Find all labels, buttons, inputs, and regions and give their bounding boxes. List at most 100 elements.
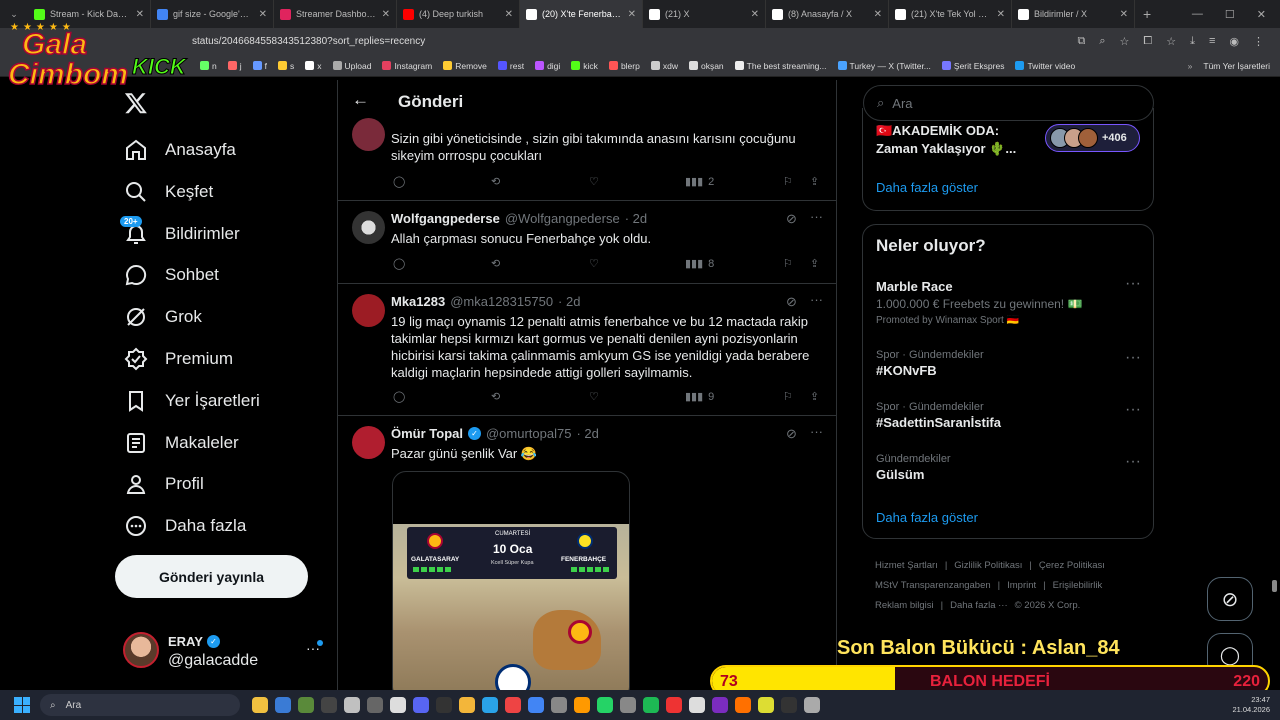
footer-link[interactable]: Erişilebilirlik bbox=[1053, 576, 1103, 596]
post-handle[interactable]: @Wolfgangpederse bbox=[505, 211, 620, 226]
taskbar-app-icon[interactable] bbox=[666, 697, 682, 713]
sidebar-item-chat[interactable]: Sohbet bbox=[124, 263, 219, 287]
reply-post[interactable]: Sizin gibi yöneticisinde , sizin gibi ta… bbox=[338, 118, 836, 201]
taskbar-app-icon[interactable] bbox=[804, 697, 820, 713]
media-icon[interactable]: ≡ bbox=[1209, 35, 1215, 48]
new-tab-button[interactable]: + bbox=[1143, 6, 1151, 22]
bookmark-item[interactable]: x bbox=[305, 61, 322, 71]
bookmark-item[interactable]: Remove bbox=[443, 61, 487, 71]
extensions-icon[interactable]: ⧠ bbox=[1143, 35, 1152, 48]
footer-link[interactable]: MStV Transparenzangaben bbox=[875, 576, 991, 596]
reply-post[interactable]: Wolfgangpederse @Wolfgangpederse · 2d ⊘ … bbox=[338, 201, 836, 284]
show-more-link[interactable]: Daha fazla göster bbox=[876, 180, 978, 195]
all-bookmarks[interactable]: Tüm Yer İşaretleri bbox=[1203, 61, 1280, 71]
repost-icon[interactable]: ⟲ bbox=[491, 257, 500, 270]
post-more-icon[interactable]: ··· bbox=[810, 424, 823, 439]
taskbar-app-icon[interactable] bbox=[344, 697, 360, 713]
close-tab-icon[interactable]: ✕ bbox=[874, 9, 882, 20]
bookmark-item[interactable]: Instagram bbox=[382, 61, 432, 71]
zoom-icon[interactable]: ⌕ bbox=[1099, 35, 1105, 48]
footer-link[interactable]: Çerez Politikası bbox=[1039, 556, 1105, 576]
bookmark-star-icon[interactable]: ☆ bbox=[1120, 35, 1130, 48]
taskbar-date[interactable]: 21.04.2026 bbox=[1232, 705, 1270, 715]
taskbar-app-icon[interactable] bbox=[413, 697, 429, 713]
trend-more-icon[interactable]: ··· bbox=[1125, 401, 1141, 419]
reply-post[interactable]: Ömür Topal ✓ @omurtopal75 · 2d ⊘ ··· Paz… bbox=[338, 416, 836, 690]
back-arrow-icon[interactable]: ← bbox=[352, 90, 369, 110]
scrollbar-thumb[interactable] bbox=[1272, 580, 1277, 592]
bookmark-item[interactable]: Upload bbox=[332, 61, 371, 71]
footer-link[interactable]: © 2026 X Corp. bbox=[1015, 596, 1081, 616]
menu-icon[interactable]: ⋮ bbox=[1253, 35, 1264, 48]
browser-tab[interactable]: (21) X'te Tek Yol FENE ✕ bbox=[889, 0, 1012, 28]
browser-tab[interactable]: (4) Deep turkish ✕ bbox=[397, 0, 520, 28]
windows-start-icon[interactable] bbox=[14, 697, 30, 713]
install-icon[interactable]: ⧉ bbox=[1078, 35, 1086, 48]
footer-link[interactable]: Hizmet Şartları bbox=[875, 556, 938, 576]
browser-tab[interactable]: (20) X'te Fenerbahçe ✕ bbox=[520, 0, 643, 28]
browser-tab[interactable]: Stream - Kick Dashb ✕ bbox=[28, 0, 151, 28]
space-listeners[interactable]: +406 bbox=[1045, 124, 1140, 152]
sidebar-item-home[interactable]: Anasayfa bbox=[124, 138, 236, 162]
share-icon[interactable]: ⇪ bbox=[810, 257, 819, 270]
taskbar-app-icon[interactable] bbox=[781, 697, 797, 713]
bookmark-item[interactable]: digi bbox=[535, 61, 560, 71]
bookmark-icon[interactable]: ⚐ bbox=[783, 175, 793, 188]
trend-item[interactable]: Marble Race 1.000.000 € Freebets zu gewin… bbox=[876, 275, 1141, 326]
bookmark-item[interactable]: Şerit Ekspres bbox=[941, 61, 1004, 71]
close-tab-icon[interactable]: ✕ bbox=[751, 9, 759, 20]
grok-icon[interactable]: ⊘ bbox=[786, 211, 797, 227]
views-count[interactable]: ▮▮▮ 8 bbox=[685, 257, 714, 271]
close-tab-icon[interactable]: ✕ bbox=[628, 9, 636, 20]
repost-icon[interactable]: ⟲ bbox=[491, 390, 500, 403]
taskbar-app-icon[interactable] bbox=[367, 697, 383, 713]
show-more-link[interactable]: Daha fazla göster bbox=[876, 510, 978, 525]
space-title[interactable]: 🇹🇷AKADEMİK ODA: Zaman Yaklaşıyor 🌵... bbox=[876, 122, 1041, 158]
url-text[interactable]: status/2046684558343512380?sort_replies=… bbox=[192, 36, 1078, 47]
post-time[interactable]: · 2d bbox=[625, 211, 647, 226]
bookmark-item[interactable]: blerp bbox=[608, 61, 640, 71]
trend-more-icon[interactable]: ··· bbox=[1125, 349, 1141, 367]
trend-item[interactable]: Spor · Gündemdekiler #KONvFB ··· bbox=[876, 349, 1141, 378]
tab-search-icon[interactable]: ⌄ bbox=[0, 0, 28, 28]
views-count[interactable]: ▮▮▮ 2 bbox=[685, 175, 714, 189]
close-tab-icon[interactable]: ✕ bbox=[259, 9, 267, 20]
reply-post[interactable]: Mka1283 @mka128315750 · 2d ⊘ ··· 19 lig … bbox=[338, 284, 836, 416]
bookmark-item[interactable]: okşan bbox=[688, 61, 724, 71]
trend-more-icon[interactable]: ··· bbox=[1125, 275, 1141, 293]
bookmark-item[interactable]: The best streaming... bbox=[734, 61, 827, 71]
grok-icon[interactable]: ⊘ bbox=[786, 294, 797, 310]
reply-icon[interactable]: ◯ bbox=[393, 390, 405, 403]
grok-fab-icon[interactable]: ⊘ bbox=[1207, 577, 1253, 621]
account-switcher[interactable]: ERAY ✓ @galacadde ··· bbox=[118, 630, 330, 675]
post-author[interactable]: Wolfgangpederse bbox=[391, 211, 500, 226]
share-icon[interactable]: ⇪ bbox=[810, 175, 819, 188]
taskbar-time[interactable]: 23:47 bbox=[1232, 695, 1270, 705]
maximize-icon[interactable]: ☐ bbox=[1225, 8, 1235, 21]
bookmark-item[interactable]: n bbox=[200, 61, 217, 71]
share-icon[interactable]: ⇪ bbox=[810, 390, 819, 403]
taskbar-app-icon[interactable] bbox=[689, 697, 705, 713]
bookmarks-icon[interactable]: ☆ bbox=[1166, 35, 1176, 48]
trend-more-icon[interactable]: ··· bbox=[1125, 453, 1141, 471]
taskbar-search[interactable]: ⌕ Ara bbox=[40, 694, 240, 716]
x-logo-icon[interactable] bbox=[124, 91, 152, 119]
browser-tab[interactable]: gif size - Google'da A ✕ bbox=[151, 0, 274, 28]
grok-icon[interactable]: ⊘ bbox=[786, 426, 797, 442]
bookmark-item[interactable]: xdw bbox=[650, 61, 678, 71]
taskbar-app-icon[interactable] bbox=[321, 697, 337, 713]
bookmark-item[interactable]: f bbox=[252, 61, 267, 71]
footer-link[interactable]: Imprint bbox=[1007, 576, 1036, 596]
post-author[interactable]: Ömür Topal bbox=[391, 426, 463, 441]
taskbar-app-icon[interactable] bbox=[275, 697, 291, 713]
browser-tab[interactable]: Streamer Dashboard ✕ bbox=[274, 0, 397, 28]
post-time[interactable]: · 2d bbox=[576, 426, 598, 441]
taskbar-app-icon[interactable] bbox=[597, 697, 613, 713]
bookmarks-overflow-icon[interactable]: » bbox=[1188, 61, 1193, 71]
sidebar-item-person[interactable]: Profil bbox=[124, 472, 204, 496]
close-tab-icon[interactable]: ✕ bbox=[505, 9, 513, 20]
sidebar-item-grok[interactable]: Grok bbox=[124, 305, 202, 329]
taskbar-app-icon[interactable] bbox=[712, 697, 728, 713]
post-button[interactable]: Gönderi yayınla bbox=[115, 555, 308, 598]
browser-tab[interactable]: Bildirimler / X ✕ bbox=[1012, 0, 1135, 28]
